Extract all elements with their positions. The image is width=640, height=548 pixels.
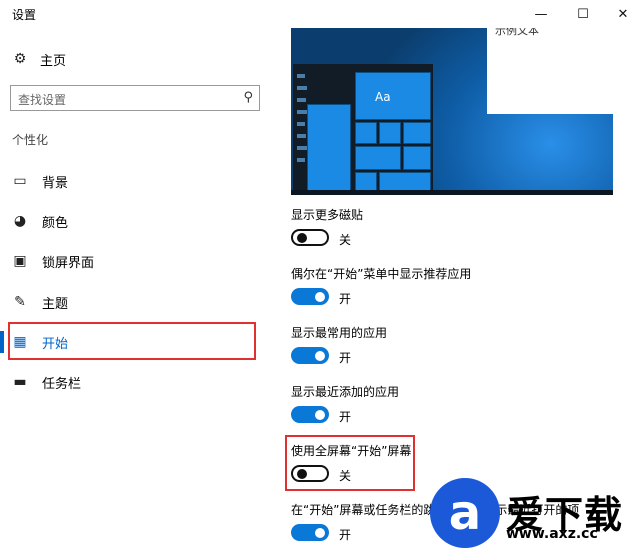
search-box[interactable]: 查找设置 ⚲ bbox=[10, 85, 260, 111]
minimize-icon: — bbox=[534, 6, 548, 22]
preview-list-line bbox=[297, 122, 305, 126]
toggle-state: 开 bbox=[339, 351, 352, 365]
section-heading: 个性化 bbox=[12, 133, 49, 147]
minimize-button[interactable]: — bbox=[518, 0, 564, 28]
sample-text: 示例文本 bbox=[495, 28, 539, 37]
toggle-state: 开 bbox=[339, 528, 352, 542]
toggle-knob bbox=[315, 527, 325, 538]
preview-list-line bbox=[297, 74, 305, 78]
toggle-recently-added[interactable] bbox=[291, 406, 329, 423]
toggle-knob bbox=[297, 232, 307, 243]
toggle-state: 开 bbox=[339, 292, 352, 306]
search-icon[interactable]: ⚲ bbox=[243, 90, 253, 105]
setting-label-full-screen: 使用全屏幕“开始”屏幕 bbox=[291, 444, 412, 458]
selected-indicator bbox=[0, 331, 4, 353]
toggle-knob bbox=[315, 350, 325, 361]
close-icon: ✕ bbox=[617, 6, 629, 22]
sidebar-item-label: 锁屏界面 bbox=[42, 255, 95, 271]
home-label: 主页 bbox=[40, 53, 67, 69]
preview-tile bbox=[355, 122, 377, 144]
taskbar-icon: ▬ bbox=[13, 374, 27, 390]
preview-list-line bbox=[297, 110, 307, 114]
sidebar-item-label: 主题 bbox=[42, 296, 69, 312]
setting-label-suggestions: 偶尔在“开始”菜单中显示推荐应用 bbox=[291, 267, 472, 281]
watermark-logo: a bbox=[430, 478, 500, 548]
toggle-knob bbox=[297, 468, 307, 479]
toggle-full-screen[interactable] bbox=[291, 465, 329, 482]
sidebar-item-label: 任务栏 bbox=[42, 376, 82, 392]
start-preview: 示例文本 Aa bbox=[291, 28, 613, 195]
preview-tile bbox=[355, 172, 377, 192]
setting-label-recently-added: 显示最近添加的应用 bbox=[291, 385, 400, 399]
gear-icon: ⚙ bbox=[13, 51, 27, 67]
preview-tile bbox=[355, 146, 401, 170]
preview-tile-text: Aa bbox=[375, 90, 391, 104]
preview-list-line bbox=[297, 146, 307, 150]
sample-text-panel: 示例文本 bbox=[487, 28, 613, 114]
preview-tile bbox=[379, 122, 401, 144]
sidebar-item-label: 背景 bbox=[42, 175, 69, 191]
preview-list-line bbox=[297, 134, 306, 138]
preview-list-line bbox=[297, 158, 305, 162]
preview-list-line bbox=[297, 98, 306, 102]
toggle-suggestions[interactable] bbox=[291, 288, 329, 305]
search-placeholder: 查找设置 bbox=[18, 93, 67, 107]
sidebar-item-themes[interactable]: ✎ 主题 bbox=[12, 291, 68, 313]
app-title: 设置 bbox=[12, 8, 37, 22]
preview-taskbar bbox=[291, 190, 613, 195]
preview-start-menu: Aa bbox=[293, 64, 433, 195]
watermark-logo-letter: a bbox=[448, 485, 482, 541]
close-button[interactable]: ✕ bbox=[600, 0, 640, 28]
preview-tile bbox=[403, 146, 431, 170]
highlight-box-start bbox=[8, 322, 256, 360]
watermark-url: www.axz.cc bbox=[506, 526, 598, 542]
preview-tile-column bbox=[307, 104, 351, 192]
lockscreen-icon: ▣ bbox=[13, 253, 27, 269]
toggle-knob bbox=[315, 291, 325, 302]
toggle-more-tiles[interactable] bbox=[291, 229, 329, 246]
preview-list-line bbox=[297, 86, 307, 90]
sidebar-item-background[interactable]: ▭ 背景 bbox=[12, 170, 68, 192]
setting-label-more-tiles: 显示更多磁贴 bbox=[291, 208, 364, 222]
theme-brush-icon: ✎ bbox=[14, 294, 26, 310]
toggle-state: 开 bbox=[339, 410, 352, 424]
preview-tile bbox=[379, 172, 431, 192]
preview-tile-large bbox=[355, 72, 431, 120]
sidebar-item-home[interactable]: ⚙ 主页 bbox=[12, 48, 66, 70]
sidebar-item-label: 颜色 bbox=[42, 215, 69, 231]
toggle-state: 关 bbox=[339, 233, 352, 247]
sidebar-item-taskbar[interactable]: ▬ 任务栏 bbox=[12, 371, 81, 393]
sidebar-item-colors[interactable]: ◕ 颜色 bbox=[12, 210, 68, 232]
toggle-state: 关 bbox=[339, 469, 352, 483]
sidebar: ⚙ 主页 查找设置 ⚲ 个性化 ▭ 背景 ◕ 颜色 ▣ 锁屏界面 ✎ 主题 ▦ … bbox=[0, 28, 272, 548]
sidebar-item-lockscreen[interactable]: ▣ 锁屏界面 bbox=[12, 250, 94, 272]
picture-icon: ▭ bbox=[13, 173, 27, 189]
maximize-icon: ☐ bbox=[577, 6, 589, 22]
palette-icon: ◕ bbox=[13, 213, 27, 229]
toggle-most-used[interactable] bbox=[291, 347, 329, 364]
toggle-knob bbox=[315, 409, 325, 420]
setting-label-most-used: 显示最常用的应用 bbox=[291, 326, 388, 340]
title-bar: 设置 — ☐ ✕ bbox=[0, 0, 640, 28]
toggle-jump-lists[interactable] bbox=[291, 524, 329, 541]
preview-tile bbox=[403, 122, 431, 144]
